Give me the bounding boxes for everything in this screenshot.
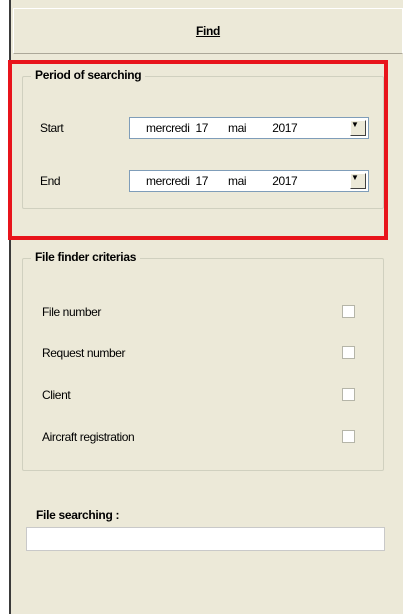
end-weekday: mercredi	[146, 174, 190, 188]
chevron-down-icon[interactable]: ▼	[350, 120, 366, 136]
file-number-checkbox[interactable]	[342, 305, 355, 318]
start-weekday: mercredi	[146, 121, 190, 135]
file-searching-input[interactable]	[26, 527, 385, 551]
end-year: 2017	[272, 174, 298, 188]
start-label: Start	[40, 121, 64, 135]
end-label: End	[40, 174, 61, 188]
start-month: mai	[228, 121, 247, 135]
end-date-picker[interactable]: mercredi 17 mai 2017 ▼	[129, 170, 369, 192]
criteria-label-aircraft-registration: Aircraft registration	[42, 430, 135, 444]
end-day: 17	[195, 174, 209, 188]
client-checkbox[interactable]	[342, 388, 355, 401]
criteria-group-title: File finder criterias	[31, 250, 141, 264]
start-day: 17	[195, 121, 209, 135]
start-year: 2017	[272, 121, 298, 135]
criteria-label-client: Client	[42, 388, 71, 402]
criteria-label-file-number: File number	[42, 305, 101, 319]
period-group-title: Period of searching	[31, 68, 146, 82]
header-bar: Find	[13, 8, 403, 54]
criteria-label-request-number: Request number	[42, 346, 126, 360]
file-searching-label: File searching :	[36, 508, 120, 522]
request-number-checkbox[interactable]	[342, 346, 355, 359]
find-button[interactable]: Find	[196, 24, 220, 38]
aircraft-registration-checkbox[interactable]	[342, 430, 355, 443]
end-month: mai	[228, 174, 247, 188]
start-date-picker[interactable]: mercredi 17 mai 2017 ▼	[129, 117, 369, 139]
chevron-down-icon[interactable]: ▼	[350, 173, 366, 189]
